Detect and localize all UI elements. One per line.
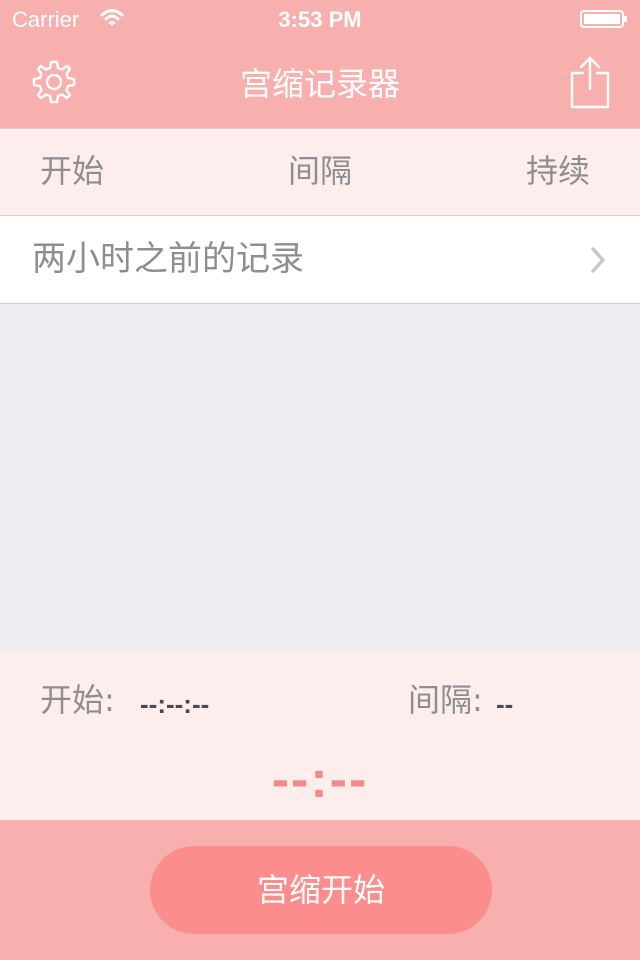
history-records-label: 两小时之前的记录 (32, 239, 304, 279)
start-contraction-button[interactable]: 宫缩开始 (150, 846, 492, 934)
column-header-duration: 持续 (526, 152, 591, 190)
contraction-list (0, 304, 640, 650)
elapsed-timer: --:-- (271, 751, 369, 809)
status-time: 3:53 PM (278, 7, 362, 32)
share-button[interactable] (560, 54, 620, 114)
current-start-value: --:--:-- (140, 689, 210, 719)
history-records-row[interactable]: 两小时之前的记录 (0, 216, 640, 304)
nav-bar: 宫缩记录器 (0, 40, 640, 128)
current-start-label: 开始: (40, 681, 115, 719)
current-interval-value: -- (496, 689, 514, 719)
status-bar: Carrier 3:53 PM (0, 0, 640, 40)
battery-icon (580, 10, 628, 28)
share-icon (570, 55, 610, 113)
chevron-right-icon (590, 246, 606, 278)
column-header-interval: 间隔 (288, 152, 353, 190)
current-interval-label: 间隔: (408, 681, 483, 719)
bottom-bar: 宫缩开始 (0, 820, 640, 960)
column-header-row: 开始 间隔 持续 (0, 128, 640, 216)
page-title: 宫缩记录器 (239, 65, 400, 103)
column-header-start: 开始 (40, 152, 105, 190)
current-info-panel: 开始: --:--:-- 间隔: -- --:-- (0, 650, 640, 820)
